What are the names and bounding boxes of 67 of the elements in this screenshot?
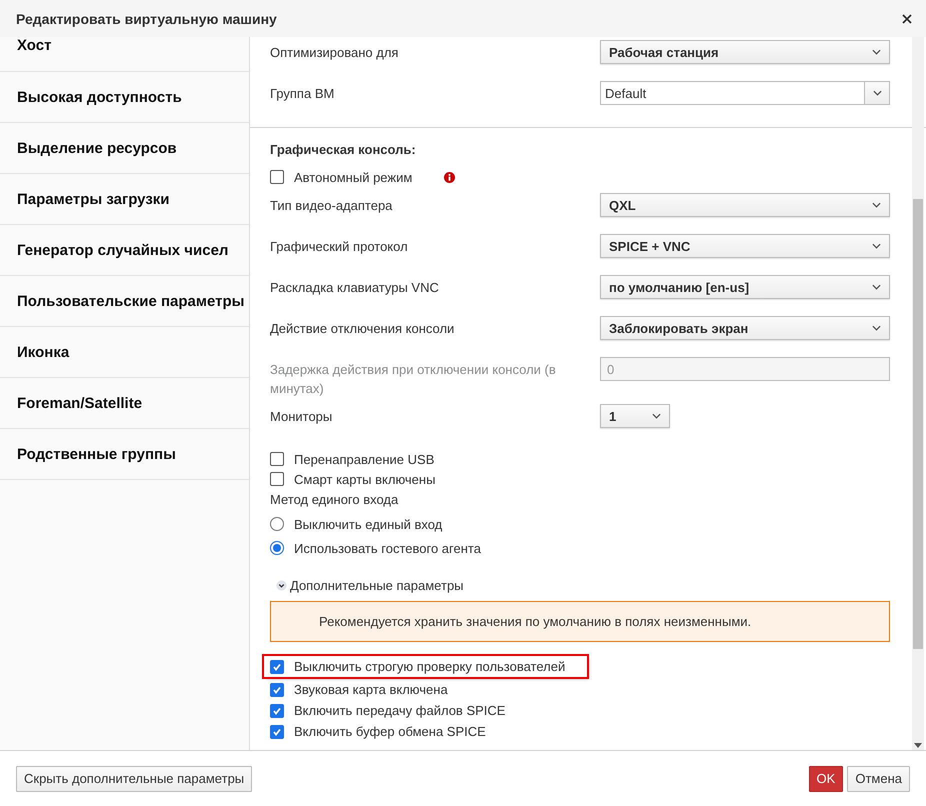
caret-icon bbox=[872, 202, 881, 208]
field-label: Графический протокол bbox=[270, 238, 409, 256]
sidebar-item[interactable]: Родственные группы bbox=[17, 446, 176, 462]
dropdown-select[interactable]: Заблокировать экран bbox=[600, 316, 890, 340]
radio-label: Использовать гостевого агента bbox=[294, 540, 481, 556]
dropdown-select[interactable]: по умолчанию [en-us] bbox=[600, 275, 890, 299]
dropdown-select[interactable]: 1 bbox=[600, 404, 670, 428]
scrollbar[interactable] bbox=[912, 37, 924, 750]
sidebar-item[interactable]: Пользовательские параметры bbox=[17, 292, 244, 310]
caret-icon bbox=[652, 413, 661, 419]
checkbox-label: Перенаправление USB bbox=[294, 452, 434, 466]
checkmark-icon bbox=[272, 726, 282, 736]
checkbox-label: Звуковая карта включена bbox=[294, 682, 448, 697]
sidebar-item[interactable]: Генератор случайных чисел bbox=[17, 242, 228, 258]
field-label: Группа ВМ bbox=[270, 85, 336, 103]
caret-icon bbox=[872, 90, 882, 96]
checkbox-label: Выключить строгую проверку пользователей bbox=[294, 659, 566, 674]
expand-toggle-icon[interactable] bbox=[276, 580, 287, 591]
checkbox-label: Смарт карты включены bbox=[294, 472, 436, 486]
checkbox-label: Автономный режим bbox=[294, 170, 412, 184]
dropdown-button[interactable] bbox=[865, 81, 890, 105]
dropdown-select[interactable]: Рабочая станция bbox=[600, 40, 890, 64]
checkmark-icon bbox=[272, 706, 282, 716]
field-label: Мониторы bbox=[270, 408, 334, 426]
checkbox[interactable] bbox=[270, 472, 284, 486]
sidebar-item[interactable]: Высокая доступность bbox=[17, 88, 182, 106]
hide-advanced-button[interactable]: Скрыть дополнительные параметры bbox=[16, 766, 252, 792]
scroll-down-arrow-icon[interactable] bbox=[914, 743, 922, 748]
caret-icon bbox=[872, 243, 881, 249]
sidebar-item[interactable]: Foreman/Satellite bbox=[17, 394, 142, 412]
field-label: Метод единого входа bbox=[270, 491, 400, 509]
caret-icon bbox=[872, 325, 881, 331]
checkmark-icon bbox=[272, 684, 282, 694]
sidebar-item[interactable]: Хост bbox=[17, 37, 52, 54]
caret-icon bbox=[872, 49, 881, 55]
close-icon[interactable] bbox=[902, 14, 912, 24]
dialog-title: Редактировать виртуальную машину bbox=[16, 10, 277, 26]
sidebar-item[interactable]: Иконка bbox=[17, 344, 70, 360]
checkbox-label: Включить передачу файлов SPICE bbox=[294, 703, 506, 718]
checkbox[interactable] bbox=[270, 682, 284, 696]
expand-toggle-label[interactable]: Дополнительные параметры bbox=[290, 578, 464, 593]
field-label: Раскладка клавиатуры VNC bbox=[270, 279, 440, 297]
checkmark-icon bbox=[272, 662, 282, 672]
radio-button[interactable] bbox=[270, 541, 284, 555]
radio-label: Выключить единый вход bbox=[294, 516, 442, 532]
section-heading: Графическая консоль: bbox=[270, 142, 417, 157]
info-icon[interactable] bbox=[444, 172, 456, 182]
ok-button[interactable]: OK bbox=[808, 766, 844, 792]
field-label: Оптимизировано для bbox=[270, 44, 400, 62]
sidebar-item[interactable]: Выделение ресурсов bbox=[17, 140, 177, 156]
field-label: Тип видео-адаптера bbox=[270, 197, 394, 215]
field-label: Задержка действия при отключении консоли (в минутах) bbox=[270, 361, 557, 398]
dropdown-select[interactable]: SPICE + VNC bbox=[600, 234, 890, 258]
checkbox[interactable] bbox=[270, 170, 284, 184]
field-label: Действие отключения консоли bbox=[270, 320, 456, 338]
text-field[interactable]: Default bbox=[600, 81, 865, 105]
cancel-button[interactable]: Отмена bbox=[847, 766, 910, 792]
checkbox-label: Включить буфер обмена SPICE bbox=[294, 724, 486, 739]
warning-notice: Рекомендуется хранить значения по умолчанию в полях неизменными. bbox=[270, 601, 890, 642]
checkbox[interactable] bbox=[270, 452, 284, 466]
caret-icon bbox=[872, 284, 881, 290]
sidebar-item[interactable]: Параметры загрузки bbox=[17, 190, 170, 208]
checkbox[interactable] bbox=[270, 724, 284, 738]
radio-button[interactable] bbox=[270, 517, 284, 531]
checkbox[interactable] bbox=[270, 660, 284, 674]
checkbox[interactable] bbox=[270, 704, 284, 718]
dropdown-select[interactable]: QXL bbox=[600, 193, 890, 217]
